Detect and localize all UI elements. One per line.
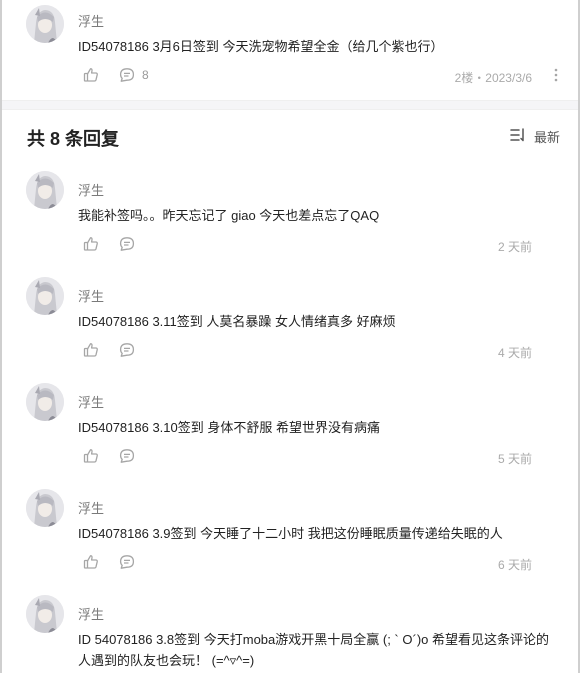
comment-thread: 浮生 ID54078186 3月6日签到 今天洗宠物希望全金（给几个紫也行） 8… bbox=[0, 0, 580, 673]
comment-bubble-icon[interactable] bbox=[118, 341, 136, 359]
comment-bubble-icon[interactable] bbox=[118, 235, 136, 253]
comment-bubble-icon[interactable] bbox=[118, 66, 136, 84]
reply-actions bbox=[82, 341, 136, 359]
thumbs-up-icon[interactable] bbox=[82, 235, 100, 253]
sort-button[interactable]: 最新 bbox=[510, 127, 560, 146]
post-content: ID54078186 3月6日签到 今天洗宠物希望全金（给几个紫也行） bbox=[78, 39, 444, 54]
reply-content: ID 54078186 3.8签到 今天打moba游戏开黑十局全赢 (; ` O… bbox=[78, 632, 549, 668]
replies-title: 共 8 条回复 bbox=[27, 129, 120, 149]
reply-content: 我能补签吗。。昨天忘记了 giao 今天也差点忘了QAQ bbox=[78, 208, 380, 223]
reply-time: 4 天前 bbox=[497, 346, 532, 360]
username[interactable]: 浮生 bbox=[78, 498, 104, 517]
username[interactable]: 浮生 bbox=[78, 392, 104, 411]
username[interactable]: 浮生 bbox=[78, 286, 104, 305]
reply-time: 2 天前 bbox=[497, 240, 532, 254]
thumbs-up-icon[interactable] bbox=[82, 447, 100, 465]
reply-actions bbox=[82, 235, 136, 253]
reply-actions bbox=[82, 447, 136, 465]
reply-content: ID54078186 3.10签到 身体不舒服 希望世界没有病痛 bbox=[78, 420, 380, 435]
avatar[interactable] bbox=[26, 277, 64, 315]
username[interactable]: 浮生 bbox=[78, 180, 104, 199]
username[interactable]: 浮生 bbox=[78, 11, 104, 30]
reply-time: 5 天前 bbox=[497, 452, 532, 466]
thumbs-up-icon[interactable] bbox=[82, 553, 100, 571]
sort-lines-icon bbox=[510, 128, 526, 145]
reply-time: 6 天前 bbox=[497, 558, 532, 572]
avatar[interactable] bbox=[26, 489, 64, 527]
more-vertical-icon[interactable] bbox=[554, 68, 558, 82]
reply-actions bbox=[82, 553, 136, 571]
avatar[interactable] bbox=[26, 595, 64, 633]
username[interactable]: 浮生 bbox=[78, 604, 104, 623]
comment-count: 8 bbox=[142, 68, 149, 82]
section-divider bbox=[2, 100, 578, 110]
floor-date: 2楼・2023/3/6 bbox=[454, 71, 532, 85]
avatar[interactable] bbox=[26, 383, 64, 421]
avatar[interactable] bbox=[26, 171, 64, 209]
avatar[interactable] bbox=[26, 5, 64, 43]
thumbs-up-icon[interactable] bbox=[82, 341, 100, 359]
comment-bubble-icon[interactable] bbox=[118, 553, 136, 571]
reply-content: ID54078186 3.11签到 人莫名暴躁 女人情绪真多 好麻烦 bbox=[78, 314, 396, 329]
post-actions: 8 bbox=[82, 66, 149, 84]
thumbs-up-icon[interactable] bbox=[82, 66, 100, 84]
sort-label: 最新 bbox=[533, 130, 560, 145]
reply-content: ID54078186 3.9签到 今天睡了十二小时 我把这份睡眠质量传递给失眠的… bbox=[78, 526, 503, 541]
comment-bubble-icon[interactable] bbox=[118, 447, 136, 465]
